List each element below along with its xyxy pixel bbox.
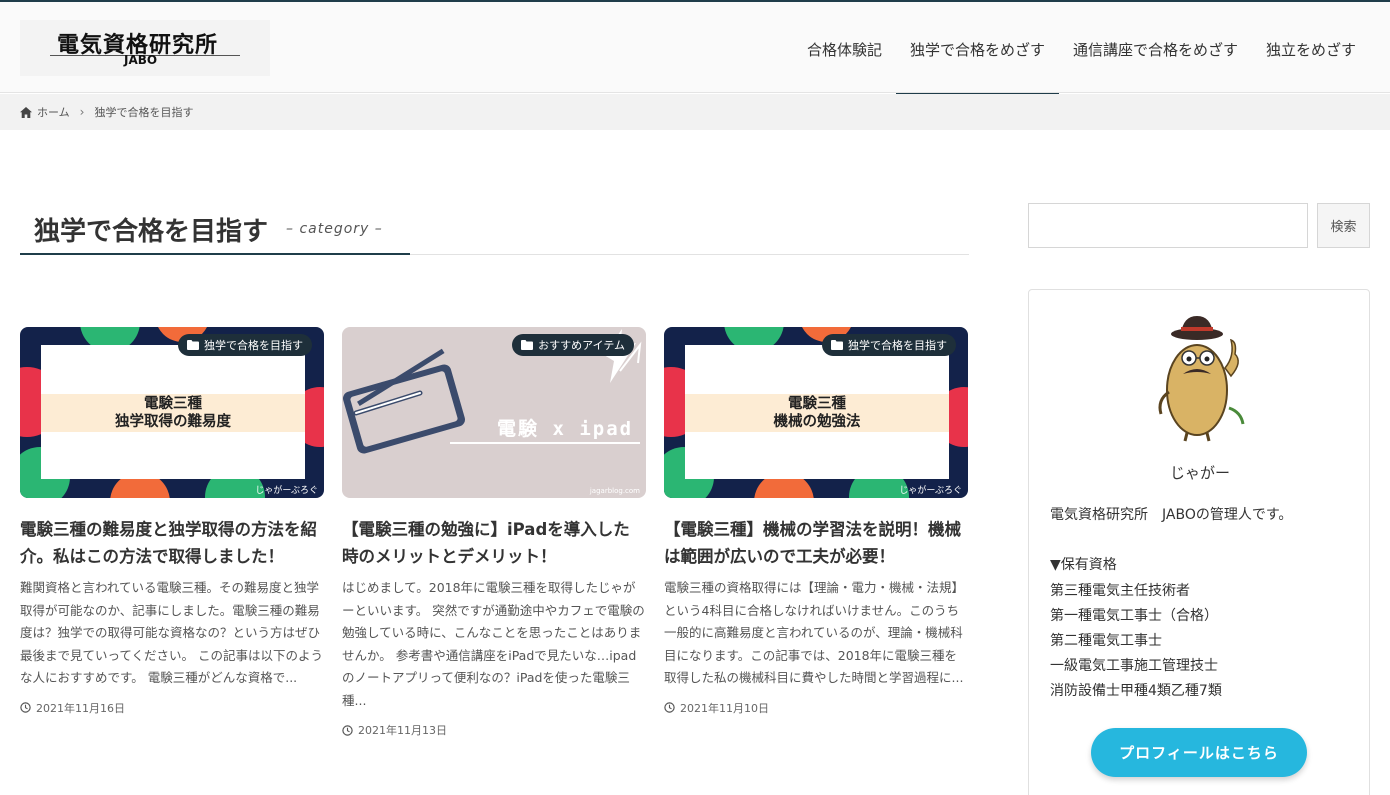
folder-icon (521, 340, 534, 350)
post-date: 2021年11月13日 (342, 722, 646, 738)
site-logo[interactable]: 電気資格研究所 JABO (20, 20, 270, 76)
nav-item-independence[interactable]: 独立をめざす (1252, 4, 1370, 95)
breadcrumb-current: 独学で合格を目指す (94, 106, 194, 119)
global-nav: 合格体験記 独学で合格をめざす 通信講座で合格をめざす 独立をめざす (793, 4, 1370, 95)
profile-widget: じゃがー 電気資格研究所 JABOの管理人です。 ▼保有資格 第三種電気主任技術… (1028, 289, 1370, 795)
thumb-footer: じゃがーぶろぐ (255, 486, 318, 496)
post-date: 2021年11月10日 (664, 700, 968, 716)
nav-item-self-study[interactable]: 独学で合格をめざす (895, 4, 1059, 95)
profile-name: じゃがー (1169, 464, 1230, 482)
category-badge[interactable]: おすすめアイテム (512, 334, 634, 356)
nav-item-correspondence[interactable]: 通信講座で合格をめざす (1059, 4, 1252, 95)
folder-icon (187, 340, 199, 350)
post-excerpt: 難関資格と言われている電験三種。その難易度と独学取得が可能なのか、記事にしました… (20, 580, 323, 685)
folder-icon (831, 340, 843, 350)
qualifications-list: 第三種電気主任技術者 第一種電気工事士（合格） 第二種電気工事士 一級電気工事施… (1050, 579, 1222, 704)
post-date-text: 2021年11月10日 (680, 701, 769, 715)
post-excerpt: はじめまして。2018年に電験三種を取得したじゃがーといいます。 突然ですが通勤… (342, 580, 645, 708)
clock-icon (20, 702, 31, 713)
post-excerpt: 電験三種の資格取得には【理論・電力・機械・法規】という4科目に合格しなければいけ… (664, 580, 965, 685)
breadcrumb: ホーム › 独学で合格を目指す (0, 94, 1390, 130)
post-thumbnail[interactable]: 電験三種 機械の勉強法 じゃがーぶろぐ 独学で合格を目指す (664, 327, 968, 498)
qualification-item: 第二種電気工事士 (1050, 633, 1162, 649)
post-card[interactable]: 電験三種 独学取得の難易度 じゃがーぶろぐ 独学で合格を目指す 電験三種の難易度… (20, 327, 324, 716)
potato-mascot-avatar (1158, 316, 1245, 442)
nav-item-experience[interactable]: 合格体験記 (793, 4, 896, 95)
thumb-text: 電験 x ipad (497, 418, 634, 440)
post-date-text: 2021年11月13日 (358, 724, 447, 737)
home-icon (20, 106, 32, 118)
profile-description: 電気資格研究所 JABOの管理人です。 (1050, 507, 1293, 523)
category-badge[interactable]: 独学で合格を目指す (178, 334, 312, 356)
category-heading: 独学で合格を目指す – category – (20, 205, 969, 255)
post-card[interactable]: 電験三種 機械の勉強法 じゃがーぶろぐ 独学で合格を目指す 【電験三種】機械の学… (664, 327, 968, 716)
category-title: 独学で合格を目指す (34, 216, 269, 247)
logo-subtitle: JABO (124, 53, 158, 67)
post-title[interactable]: 電験三種の難易度と独学取得の方法を紹介。私はこの方法で取得しました！ (20, 516, 324, 570)
post-card[interactable]: 電験 x ipad jagarblog.com おすすめアイテム 【電験三種の勉… (342, 327, 646, 738)
breadcrumb-home[interactable]: ホーム (20, 104, 70, 120)
thumb-line-2: 機械の勉強法 (773, 414, 861, 430)
site-header: 電気資格研究所 JABO 合格体験記 独学で合格をめざす 通信講座で合格をめざす… (0, 2, 1390, 95)
post-date-text: 2021年11月16日 (36, 701, 125, 715)
search-input[interactable] (1028, 203, 1308, 248)
post-thumbnail[interactable]: 電験 x ipad jagarblog.com おすすめアイテム (342, 327, 646, 498)
thumb-line-2: 独学取得の難易度 (115, 414, 231, 430)
qualification-item: 第一種電気工事士（合格） (1050, 608, 1218, 624)
badge-label: 独学で合格を目指す (204, 339, 303, 352)
badge-label: おすすめアイテム (538, 339, 625, 352)
chevron-right-icon: › (79, 105, 85, 119)
breadcrumb-home-label: ホーム (37, 106, 70, 119)
qualification-item: 一級電気工事施工管理技士 (1050, 658, 1218, 674)
thumb-footer: じゃがーぶろぐ (899, 486, 962, 496)
thumb-line-1: 電験三種 (788, 396, 846, 412)
qualification-item: 第三種電気主任技術者 (1050, 583, 1190, 599)
post-title[interactable]: 【電験三種の勉強に】iPadを導入した時のメリットとデメリット！ (342, 516, 646, 570)
badge-label: 独学で合格を目指す (848, 339, 947, 352)
post-title[interactable]: 【電験三種】機械の学習法を説明！機械は範囲が広いので工夫が必要！ (664, 516, 968, 570)
post-thumbnail[interactable]: 電験三種 独学取得の難易度 じゃがーぶろぐ 独学で合格を目指す (20, 327, 324, 498)
qualifications-heading: ▼保有資格 (1050, 557, 1117, 573)
thumb-footer: jagarblog.com (589, 487, 640, 495)
category-label: – category – (286, 221, 383, 237)
thumb-line-1: 電験三種 (144, 396, 202, 412)
clock-icon (664, 702, 675, 713)
qualification-item: 消防設備士甲種4類乙種7類 (1050, 683, 1222, 699)
category-badge[interactable]: 独学で合格を目指す (822, 334, 956, 356)
profile-button[interactable]: プロフィールはこちら (1091, 728, 1307, 777)
search-button[interactable]: 検索 (1317, 203, 1370, 248)
post-date: 2021年11月16日 (20, 700, 324, 716)
clock-icon (342, 724, 353, 736)
